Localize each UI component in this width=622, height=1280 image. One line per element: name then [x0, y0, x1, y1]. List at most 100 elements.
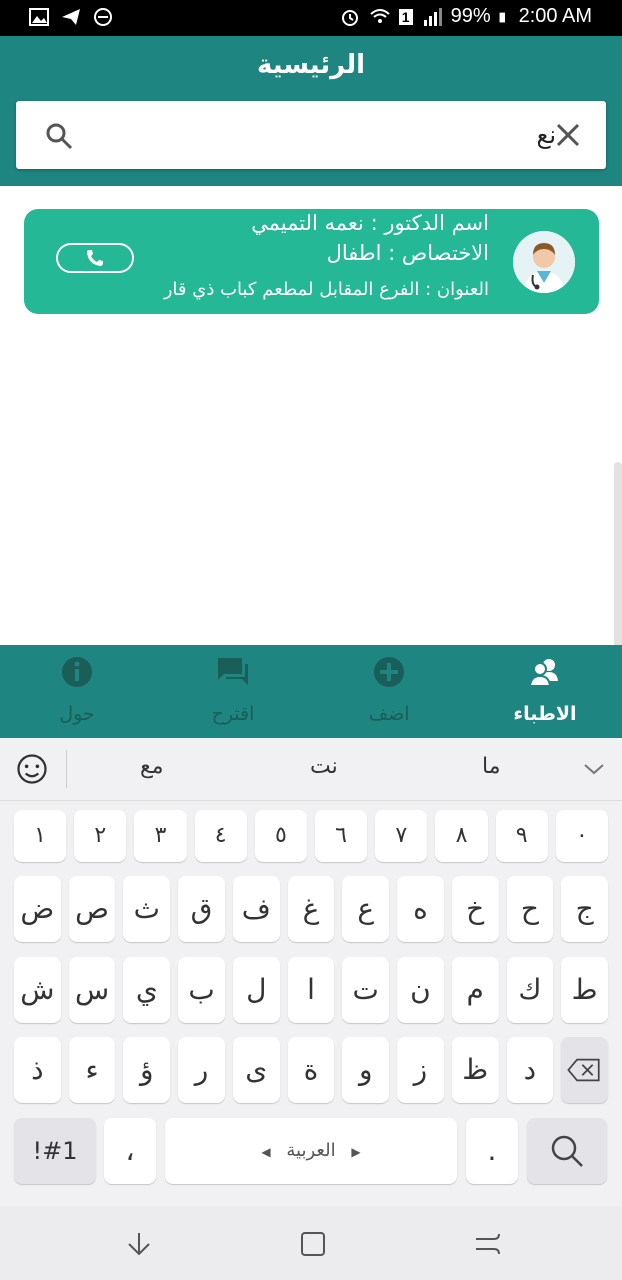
key-row2-7[interactable]: ن	[397, 957, 444, 1023]
close-icon[interactable]	[554, 121, 582, 149]
chevron-down-icon[interactable]	[582, 757, 606, 781]
hide-keyboard-icon[interactable]	[124, 1229, 154, 1259]
system-navigation-bar	[0, 1206, 622, 1280]
info-icon	[62, 657, 92, 687]
key-row2-2[interactable]: ي	[123, 957, 171, 1023]
suggestion-bar: مع نت ما	[0, 738, 622, 801]
key-row2-10[interactable]: ط	[561, 957, 608, 1023]
key-row1-7[interactable]: ه	[397, 876, 444, 942]
wifi-icon	[370, 8, 390, 23]
space-key-label: العربية	[286, 1140, 336, 1161]
nav-doctors[interactable]: الاطباء	[490, 645, 600, 738]
keyboard: مع نت ما !#1 ، ◀ العربية ▶ . ١٢٣٤٥٦٧٨٩٠ض…	[0, 738, 622, 1206]
phone-icon	[87, 250, 103, 266]
symbols-key[interactable]: !#1	[14, 1118, 96, 1184]
doctor-card[interactable]: اسم الدكتور : نعمه التميمي الاختصاص : اط…	[24, 209, 599, 314]
suggest-chat-icon	[218, 658, 248, 685]
suggestion-2[interactable]: نت	[310, 754, 338, 779]
suggestion-3[interactable]: مع	[140, 754, 164, 779]
key-row3-8[interactable]: ظ	[451, 1037, 499, 1103]
space-arrow-right: ▶	[351, 1145, 361, 1159]
key-row2-1[interactable]: س	[68, 957, 116, 1023]
key-row2-6[interactable]: ت	[342, 957, 390, 1023]
key-row1-1[interactable]: ص	[68, 876, 116, 942]
key-row-digits-1[interactable]: ٢	[74, 810, 127, 862]
emoji-icon[interactable]	[14, 751, 50, 787]
add-circle-icon	[374, 657, 404, 687]
send-icon	[62, 9, 80, 25]
key-row1-6[interactable]: ع	[342, 876, 390, 942]
nav-about[interactable]: حول	[22, 645, 132, 738]
search-key[interactable]	[527, 1118, 607, 1184]
key-row-digits-0[interactable]: ١	[14, 810, 67, 862]
backspace-key[interactable]	[561, 1037, 608, 1103]
clock: 2:00 AM	[518, 5, 592, 27]
key-row2-5[interactable]: ا	[287, 957, 335, 1023]
key-row3-1[interactable]: ء	[68, 1037, 116, 1103]
nav-doctors-label: الاطباء	[513, 703, 577, 725]
space-arrow-left: ◀	[261, 1145, 271, 1159]
key-row3-4[interactable]: ى	[232, 1037, 280, 1103]
key-row1-10[interactable]: ج	[561, 876, 608, 942]
key-row1-9[interactable]: ح	[506, 876, 554, 942]
key-row1-5[interactable]: غ	[287, 876, 335, 942]
key-row3-6[interactable]: و	[342, 1037, 390, 1103]
key-row2-3[interactable]: ب	[178, 957, 225, 1023]
sim-badge: 1	[398, 8, 413, 25]
comma-key[interactable]: ،	[104, 1118, 156, 1184]
key-row-digits-4[interactable]: ٥	[254, 810, 307, 862]
recent-apps-icon[interactable]	[298, 1229, 328, 1259]
divider	[66, 750, 67, 788]
nav-suggest-label: اقترح	[211, 703, 255, 725]
do-not-disturb-icon	[94, 8, 112, 26]
doctor-specialty: الاختصاص : اطفال	[326, 241, 489, 265]
scrollbar[interactable]	[614, 462, 622, 652]
doctor-address: العنوان : الفرع المقابل لمطعم كباب ذي قا…	[163, 279, 489, 300]
nav-about-label: حول	[59, 703, 95, 725]
call-button[interactable]	[56, 243, 134, 273]
key-row1-8[interactable]: خ	[451, 876, 499, 942]
search-bar[interactable]	[16, 101, 606, 169]
key-row-digits-2[interactable]: ٣	[134, 810, 187, 862]
key-row3-0[interactable]: ذ	[14, 1037, 61, 1103]
doctor-avatar-icon	[513, 231, 575, 293]
key-row1-0[interactable]: ض	[14, 876, 61, 942]
key-row3-9[interactable]: د	[506, 1037, 554, 1103]
battery-percent: 99%	[450, 5, 491, 27]
key-row-digits-9[interactable]: ٠	[555, 810, 608, 862]
key-row1-3[interactable]: ق	[178, 876, 225, 942]
search-input[interactable]	[96, 111, 556, 159]
suggestion-1[interactable]: ما	[482, 754, 501, 779]
key-row2-0[interactable]: ش	[14, 957, 61, 1023]
page-title: الرئيسية	[256, 50, 366, 80]
alarm-icon	[341, 9, 358, 26]
backspace-icon	[567, 1058, 600, 1082]
search-icon[interactable]	[44, 121, 74, 151]
signal-icon	[423, 7, 442, 26]
key-row1-2[interactable]: ث	[123, 876, 171, 942]
doctor-avatar	[513, 231, 575, 293]
doctors-icon	[528, 659, 558, 687]
key-row2-9[interactable]: ك	[506, 957, 554, 1023]
doctor-name: اسم الدكتور : نعمه التميمي	[251, 211, 489, 235]
key-row-digits-7[interactable]: ٨	[435, 810, 488, 862]
key-row2-8[interactable]: م	[451, 957, 499, 1023]
key-row-digits-3[interactable]: ٤	[194, 810, 247, 862]
nav-suggest[interactable]: اقترح	[178, 645, 288, 738]
period-key[interactable]: .	[466, 1118, 518, 1184]
nav-add[interactable]: اضف	[334, 645, 444, 738]
key-row-digits-6[interactable]: ٧	[375, 810, 428, 862]
space-key[interactable]: ◀ العربية ▶	[165, 1118, 457, 1184]
key-row2-4[interactable]: ل	[232, 957, 280, 1023]
key-row3-5[interactable]: ة	[287, 1037, 335, 1103]
status-bar: 1 99% 2:00 AM	[0, 0, 622, 36]
key-row3-7[interactable]: ز	[397, 1037, 444, 1103]
battery-icon	[499, 12, 505, 22]
key-row1-4[interactable]: ف	[232, 876, 280, 942]
key-row-digits-8[interactable]: ٩	[495, 810, 548, 862]
key-row-digits-5[interactable]: ٦	[315, 810, 368, 862]
search-icon	[551, 1135, 583, 1167]
key-row3-3[interactable]: ر	[178, 1037, 225, 1103]
key-row3-2[interactable]: ؤ	[123, 1037, 171, 1103]
back-icon[interactable]	[472, 1229, 502, 1259]
